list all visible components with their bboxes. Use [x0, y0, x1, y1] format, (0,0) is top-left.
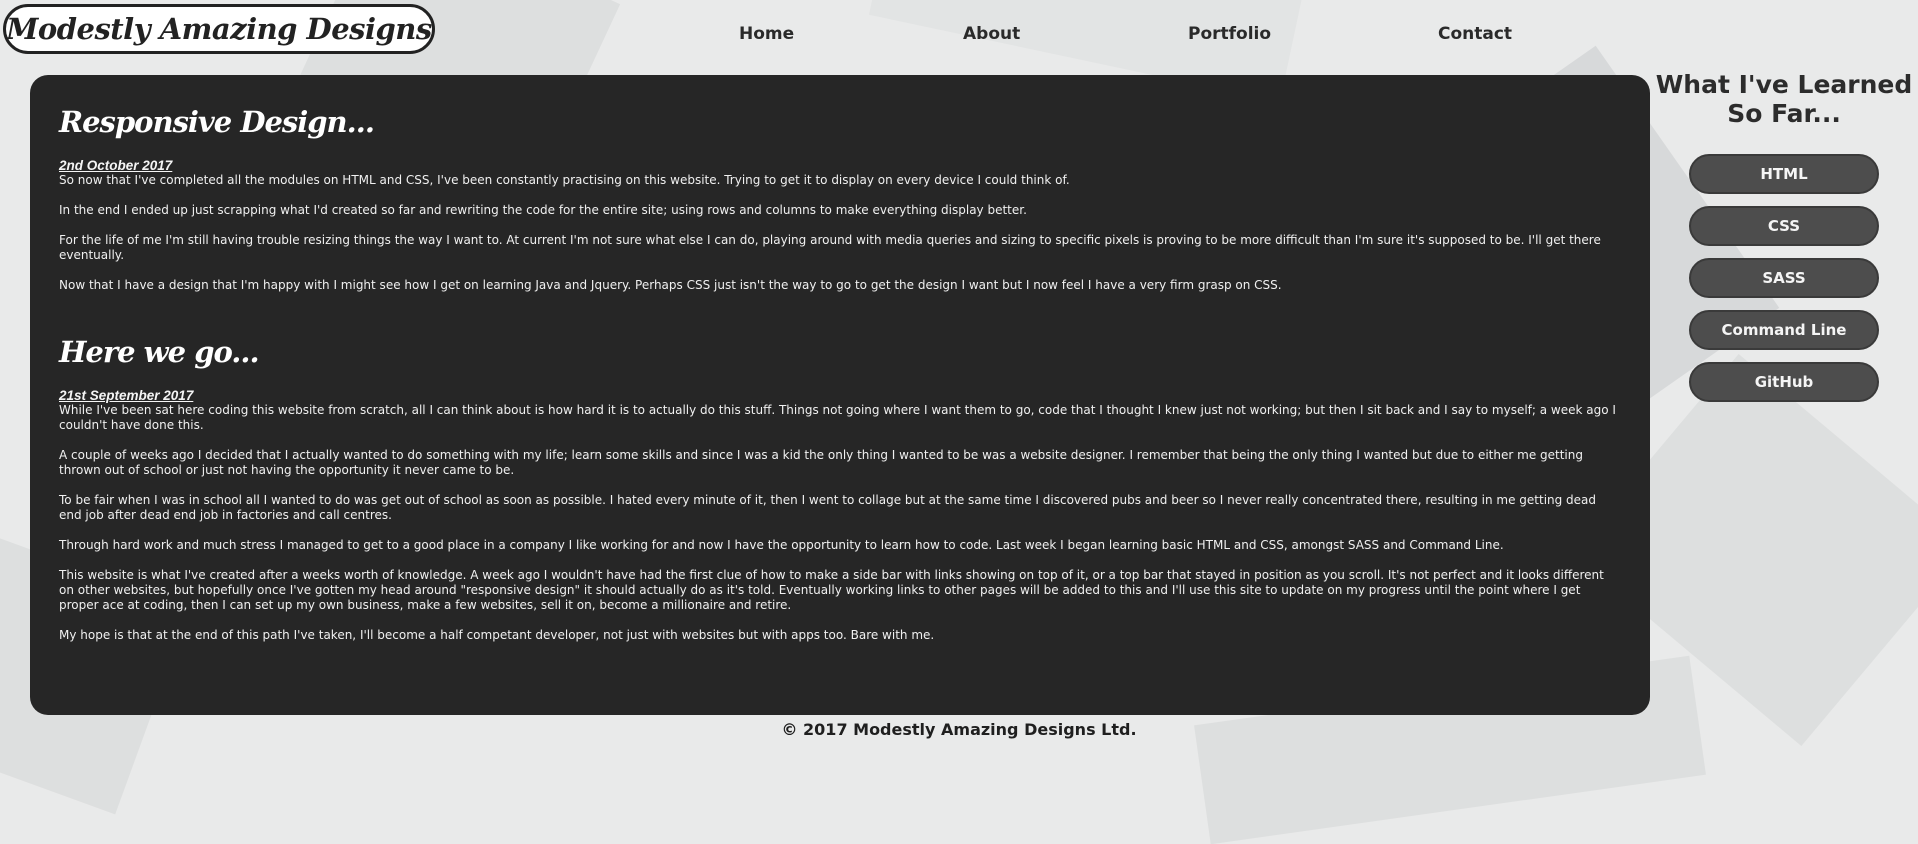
blog-post: Responsive Design... 2nd October 2017 So…	[59, 105, 1620, 293]
sidebar-github-button[interactable]: GitHub	[1689, 362, 1879, 402]
post-paragraph: This website is what I've created after …	[59, 567, 1604, 612]
sidebar-css-button[interactable]: CSS	[1689, 206, 1879, 246]
post-title: Responsive Design...	[59, 105, 375, 139]
logo-text: Modestly Amazing Designs	[6, 12, 432, 46]
sidebar-sass-button[interactable]: SASS	[1689, 258, 1879, 298]
sidebar-command-line-button[interactable]: Command Line	[1689, 310, 1879, 350]
post-paragraph: Now that I have a design that I'm happy …	[59, 277, 1282, 292]
post-paragraph: In the end I ended up just scrapping wha…	[59, 202, 1027, 217]
post-paragraph: While I've been sat here coding this web…	[59, 402, 1616, 432]
post-paragraph: For the life of me I'm still having trou…	[59, 232, 1601, 262]
post-paragraph: To be fair when I was in school all I wa…	[59, 492, 1597, 522]
blog-content-panel: Responsive Design... 2nd October 2017 So…	[30, 75, 1650, 715]
post-paragraph: So now that I've completed all the modul…	[59, 172, 1070, 187]
post-paragraph: My hope is that at the end of this path …	[59, 627, 935, 642]
blog-post: Here we go... 21st September 2017 While …	[59, 335, 1620, 643]
post-title: Here we go...	[59, 334, 260, 369]
sidebar-html-button[interactable]: HTML	[1689, 154, 1879, 194]
post-paragraph: A couple of weeks ago I decided that I a…	[59, 447, 1583, 477]
nav-home-link[interactable]: Home	[739, 24, 794, 44]
nav-portfolio-link[interactable]: Portfolio	[1188, 24, 1271, 44]
post-paragraph: Through hard work and much stress I mana…	[59, 537, 1504, 552]
post-date: 2nd October 2017	[59, 157, 173, 173]
site-logo[interactable]: Modestly Amazing Designs	[3, 4, 435, 54]
post-date: 21st September 2017	[59, 387, 194, 403]
sidebar-title: What I've Learned So Far...	[1655, 70, 1913, 128]
nav-contact-link[interactable]: Contact	[1438, 24, 1512, 44]
footer-copyright: © 2017 Modestly Amazing Designs Ltd.	[781, 720, 1137, 739]
nav-about-link[interactable]: About	[963, 24, 1020, 44]
